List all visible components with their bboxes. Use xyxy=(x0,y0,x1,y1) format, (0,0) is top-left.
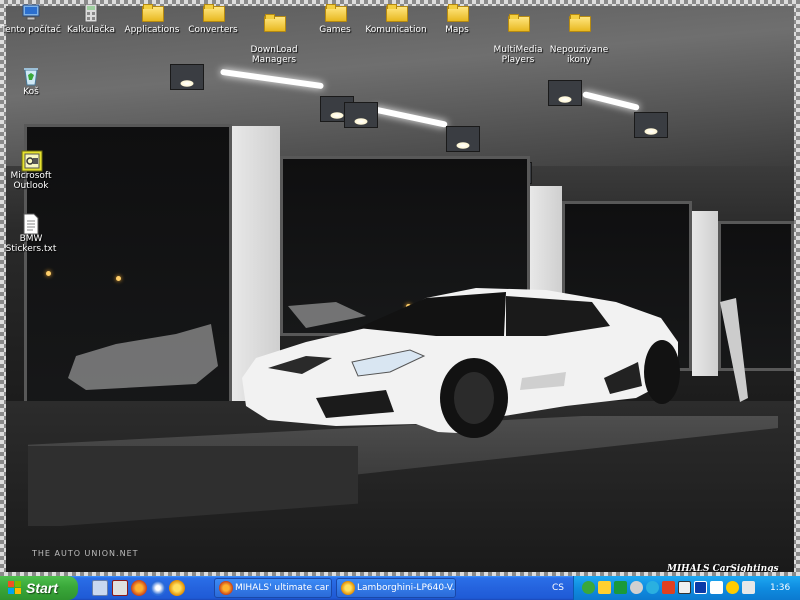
desktop-icon-calculator[interactable]: Kalkulačka xyxy=(60,3,122,35)
desktop-icon-label: DownLoad Managers xyxy=(250,45,298,65)
desktop-wallpaper: THE AUTO UNION.NET MIHALS CarSightings xyxy=(6,6,794,572)
firefox-icon xyxy=(219,581,233,595)
settings-icon[interactable] xyxy=(582,581,595,594)
wallpaper-watermark-right: MIHALS CarSightings xyxy=(667,564,779,572)
folder-icon xyxy=(508,14,530,32)
desktop-icon-recycle-bin[interactable]: Koš xyxy=(0,66,62,97)
lamborghini-car xyxy=(68,288,748,438)
tray-icon[interactable] xyxy=(710,581,723,594)
messenger-icon[interactable] xyxy=(169,580,185,596)
desktop-icon-label: Converters xyxy=(188,25,238,35)
network-icon[interactable] xyxy=(598,581,611,594)
desktop-icon-komunication[interactable]: Komunication xyxy=(365,4,427,35)
task-button-label: MIHALS' ultimate car ... xyxy=(235,583,332,593)
folder-icon xyxy=(447,4,469,22)
winamp-icon[interactable] xyxy=(678,581,691,594)
desktop-icon-label: Games xyxy=(319,25,351,35)
antivirus-icon[interactable] xyxy=(630,581,643,594)
desktop-icon-label: Tento počítač xyxy=(1,25,61,35)
taskbar: Start MIHALS' ultimate car ... Lamborghi… xyxy=(0,576,800,600)
messenger-tray-icon[interactable] xyxy=(646,581,659,594)
show-desktop-icon[interactable] xyxy=(92,580,108,596)
system-tray xyxy=(573,576,800,600)
folder-icon xyxy=(325,4,347,22)
media-player-icon[interactable] xyxy=(150,580,166,596)
clock[interactable]: 1:36 xyxy=(770,576,796,600)
desktop-icon-multimedia-players[interactable]: MultiMedia Players xyxy=(487,4,549,65)
desktop-icon-outlook[interactable]: Microsoft Outlook xyxy=(0,130,62,191)
start-button[interactable]: Start xyxy=(0,576,78,600)
folder-icon xyxy=(264,14,286,32)
desktop-icon-label: Microsoft Outlook xyxy=(10,171,52,191)
desktop-icon-maps[interactable]: Maps xyxy=(426,4,488,35)
desktop-icon-nepouzivane-ikony[interactable]: Nepouzivane ikony xyxy=(548,4,610,65)
outlook-icon xyxy=(21,140,43,172)
image-viewer-icon xyxy=(341,581,355,595)
desktop-icon-label: Nepouzivane ikony xyxy=(549,45,609,65)
windows-logo-icon xyxy=(8,581,22,595)
text-file-icon xyxy=(21,203,41,235)
folder-icon xyxy=(203,4,225,22)
desktop-icon-label: BMW Stickers.txt xyxy=(5,234,57,254)
recycle-bin-icon xyxy=(21,66,41,86)
calculator-icon xyxy=(81,3,101,23)
desktop-icon-my-computer[interactable]: Tento počítač xyxy=(0,4,62,35)
desktop-icon-label: Applications xyxy=(124,25,180,35)
folder-icon xyxy=(142,4,164,22)
desktop-icon-download-managers[interactable]: DownLoad Managers xyxy=(243,4,305,65)
update-icon[interactable] xyxy=(662,581,675,594)
speaker-icon[interactable] xyxy=(614,581,627,594)
desktop-icon-label: Komunication xyxy=(365,25,427,35)
start-label: Start xyxy=(26,580,58,596)
wallpaper-watermark-left: THE AUTO UNION.NET xyxy=(32,549,139,558)
desktop-icon-label: MultiMedia Players xyxy=(493,45,543,65)
desktop-icon-converters[interactable]: Converters xyxy=(182,4,244,35)
folder-icon xyxy=(569,14,591,32)
desktop-icon-label: Kalkulačka xyxy=(67,25,115,35)
tray-icon[interactable] xyxy=(726,581,739,594)
firefox-icon[interactable] xyxy=(131,580,147,596)
desktop-icon-label: Maps xyxy=(445,25,469,35)
desktop-icon-games[interactable]: Games xyxy=(304,4,366,35)
task-button-firefox[interactable]: MIHALS' ultimate car ... xyxy=(214,578,332,598)
my-computer-icon xyxy=(21,4,41,22)
language-indicator[interactable]: CS xyxy=(552,576,570,600)
tray-icon[interactable] xyxy=(742,581,755,594)
task-button-image-viewer[interactable]: Lamborghini-LP640-V... xyxy=(336,578,456,598)
desktop-icon-label: Koš xyxy=(23,87,39,97)
folder-icon xyxy=(386,4,408,22)
task-button-label: Lamborghini-LP640-V... xyxy=(357,583,456,593)
desktop-icon-applications[interactable]: Applications xyxy=(121,4,183,35)
internet-explorer-icon[interactable] xyxy=(112,580,128,596)
display-icon[interactable] xyxy=(694,581,707,594)
desktop-icon-bmw-stickers[interactable]: BMW Stickers.txt xyxy=(0,193,62,254)
